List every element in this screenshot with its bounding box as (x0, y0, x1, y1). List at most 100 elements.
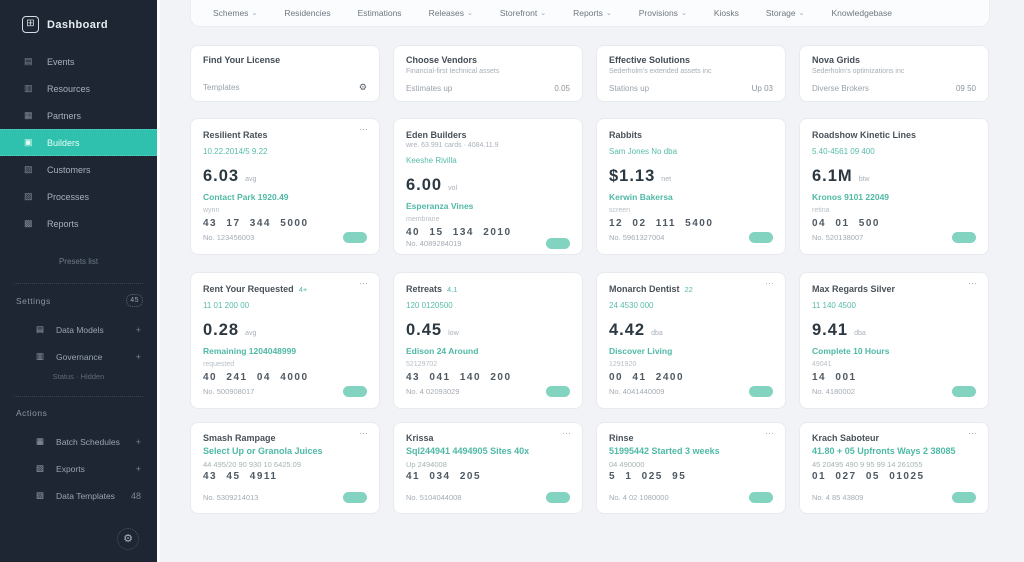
toggle-pill[interactable] (749, 386, 773, 397)
sidebar-section-item[interactable]: ▦ Batch Schedules + (0, 428, 157, 455)
stat-card[interactable]: Retreats 4.1 120 0120500 0.45 low Edison… (393, 272, 583, 409)
sidebar-menu-item[interactable]: ▦ Partners (0, 102, 157, 129)
ellipsis-menu-icon[interactable]: ⋯ (968, 428, 978, 439)
sidebar-menu-item[interactable]: ▣ Builders (0, 129, 157, 156)
compact-card[interactable]: ⋯ Smash Rampage Select Up or Granola Jui… (190, 422, 380, 514)
nav-menu-item[interactable]: Estimations (358, 8, 402, 18)
sidebar-section-item[interactable]: ▨ Data Templates 48 (0, 482, 157, 509)
compact-card[interactable]: ⋯ Krach Saboteur 41.80 + 05 Upfronts Way… (799, 422, 989, 514)
toggle-pill[interactable] (952, 232, 976, 243)
summary-footer-value: 0.05 (554, 84, 570, 93)
settings-section-items: ▤ Data Models + ▥ Governance + (0, 316, 157, 370)
stat-card-link[interactable]: 11 140 4500 (812, 301, 976, 310)
toggle-pill[interactable] (952, 386, 976, 397)
nav-menu-item[interactable]: Reports ⌄ (573, 8, 612, 18)
stat-card[interactable]: Rabbits Sam Jones No dba $1.13 net Kerwi… (596, 118, 786, 255)
toggle-pill[interactable] (343, 386, 367, 397)
sidebar-menu-item[interactable]: ▧ Customers (0, 156, 157, 183)
section-title: Actions (16, 408, 47, 418)
ellipsis-menu-icon[interactable]: ⋯ (359, 428, 369, 439)
toggle-pill[interactable] (952, 492, 976, 503)
stat-card[interactable]: ⋯ Monarch Dentist 22 24 4530 000 4.42 db… (596, 272, 786, 409)
sidebar-section-item[interactable]: ▤ Data Models + (0, 316, 157, 343)
stat-numbers: 40 15 134 2010 (406, 227, 570, 238)
summary-card[interactable]: Nova Grids Sederholm's optimizations inc… (799, 45, 989, 102)
nav-menu-item[interactable]: Storage ⌄ (766, 8, 805, 18)
stat-card[interactable]: ⋯ Resilient Rates 10.22.2014/5 9.22 6.03… (190, 118, 380, 255)
stat-value: 0.45 (406, 321, 442, 340)
item-action[interactable]: + (136, 464, 141, 474)
sidebar-menu-item[interactable]: ▥ Resources (0, 75, 157, 102)
sidebar-section-item[interactable]: ▥ Governance + (0, 343, 157, 370)
summary-card-footer: Diverse Brokers 09 50 (812, 84, 976, 93)
section-item-icon: ▤ (36, 324, 44, 335)
nav-item-label: Storefront (500, 8, 537, 18)
toggle-pill[interactable] (749, 232, 773, 243)
compact-card[interactable]: ⋯ Rinse 51995442 Started 3 weeks 04 4900… (596, 422, 786, 514)
stat-card-link[interactable]: 24 4530 000 (609, 301, 773, 310)
stat-value-row: 6.1M btw (812, 167, 976, 186)
compact-numbers: 43 45 4911 (203, 471, 367, 482)
stat-card-link[interactable]: Keeshe Rivilla (406, 156, 570, 165)
add-icon[interactable]: + (136, 352, 141, 362)
stat-card-link[interactable]: 5.40-4561 09 400 (812, 147, 976, 156)
toggle-pill[interactable] (546, 386, 570, 397)
toggle-pill[interactable] (343, 492, 367, 503)
ellipsis-menu-icon[interactable]: ⋯ (359, 124, 369, 135)
stat-card-link[interactable]: Sam Jones No dba (609, 147, 773, 156)
stat-card-header: Resilient Rates (203, 130, 367, 140)
toggle-pill[interactable] (546, 492, 570, 503)
ellipsis-menu-icon[interactable]: ⋯ (359, 278, 369, 289)
toggle-pill[interactable] (749, 492, 773, 503)
ellipsis-menu-icon[interactable]: ⋯ (562, 428, 572, 439)
item-action[interactable]: 48 (131, 491, 141, 501)
item-action[interactable]: + (136, 437, 141, 447)
sidebar-menu-item[interactable]: ▨ Processes (0, 183, 157, 210)
menu-item-icon: ▦ (24, 110, 35, 121)
compact-card[interactable]: ⋯ Krissa Sql244941 4494905 Sites 40x Up … (393, 422, 583, 514)
nav-menu-item[interactable]: Releases ⌄ (429, 8, 473, 18)
summary-footer-value: 09 50 (956, 84, 976, 93)
add-icon[interactable]: + (136, 325, 141, 335)
gear-icon[interactable]: ⚙ (359, 82, 367, 93)
nav-menu-item[interactable]: Knowledgebase (832, 8, 893, 18)
ellipsis-menu-icon[interactable]: ⋯ (968, 278, 978, 289)
stat-card-link[interactable]: 10.22.2014/5 9.22 (203, 147, 367, 156)
nav-menu-item[interactable]: Schemes ⌄ (213, 8, 257, 18)
summary-card[interactable]: Effective Solutions Sederholm's extended… (596, 45, 786, 102)
stat-value-row: 9.41 dba (812, 321, 976, 340)
stat-card[interactable]: ⋯ Max Regards Silver 11 140 4500 9.41 db… (799, 272, 989, 409)
stat-card-footer: No. 4180002 (812, 386, 976, 397)
stat-card[interactable]: Roadshow Kinetic Lines 5.40-4561 09 400 … (799, 118, 989, 255)
sidebar-section-item[interactable]: ▧ Exports + (0, 455, 157, 482)
footer-reference: No. 4180002 (812, 387, 855, 396)
chevron-down-icon: ⌄ (467, 9, 473, 17)
compact-card-footer: No. 5104044008 (406, 492, 570, 503)
summary-card-row: Find Your License Templates ⚙ Choose Ven… (190, 45, 989, 102)
help-button[interactable]: ⚙ (117, 528, 139, 550)
menu-item-icon: ▨ (24, 191, 35, 202)
summary-footer-label: Templates (203, 83, 239, 92)
ellipsis-menu-icon[interactable]: ⋯ (765, 428, 775, 439)
toggle-pill[interactable] (546, 238, 570, 249)
toggle-pill[interactable] (343, 232, 367, 243)
summary-card[interactable]: Find Your License Templates ⚙ (190, 45, 380, 102)
compact-numbers: 41 034 205 (406, 471, 570, 482)
chevron-down-icon: ⌄ (681, 9, 687, 17)
sidebar-menu-item[interactable]: ▤ Events (0, 48, 157, 75)
nav-menu-item[interactable]: Residencies (284, 8, 330, 18)
ellipsis-menu-icon[interactable]: ⋯ (765, 278, 775, 289)
stat-card-link[interactable]: 11 01 200 00 (203, 301, 367, 310)
stat-card-link[interactable]: 120 0120500 (406, 301, 570, 310)
sidebar-menu-item[interactable]: ▩ Reports (0, 210, 157, 237)
nav-menu-item[interactable]: Storefront ⌄ (500, 8, 546, 18)
stat-note: membrane (406, 216, 570, 223)
nav-menu-item[interactable]: Kiosks (714, 8, 739, 18)
stat-card-title: Eden Builders (406, 130, 467, 140)
summary-card[interactable]: Choose Vendors Financial-first technical… (393, 45, 583, 102)
stat-card-title: Rent Your Requested (203, 284, 294, 294)
stat-card[interactable]: ⋯ Rent Your Requested 4+ 11 01 200 00 0.… (190, 272, 380, 409)
stat-card[interactable]: Eden Builders wre. 63.991 cards · 4084.1… (393, 118, 583, 255)
nav-menu-item[interactable]: Provisions ⌄ (639, 8, 687, 18)
menu-item-label: Reports (47, 219, 79, 229)
